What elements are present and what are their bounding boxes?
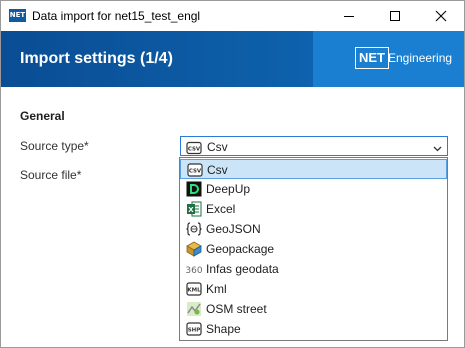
option-label: Csv (207, 163, 228, 177)
dropdown-option-kml[interactable]: KML Kml (180, 279, 447, 299)
svg-text:360: 360 (186, 266, 202, 276)
close-icon (435, 10, 447, 22)
geopackage-icon (186, 241, 202, 257)
option-label: Infas geodata (206, 262, 279, 276)
source-type-select[interactable]: CSV Csv (180, 136, 448, 156)
dropdown-option-geopackage[interactable]: Geopackage (180, 239, 447, 259)
brand-logo: NET (355, 47, 389, 69)
option-label: Geopackage (206, 242, 275, 256)
deepup-icon (186, 181, 202, 197)
title-bar[interactable]: NET Data import for net15_test_engl (1, 1, 464, 31)
svg-text:KML: KML (187, 288, 201, 294)
kml-file-icon: KML (186, 281, 202, 297)
infas-360-icon: 360 (186, 261, 202, 277)
wizard-step-title: Import settings (1/4) (20, 50, 173, 67)
option-label: Excel (206, 202, 236, 216)
wizard-header: Import settings (1/4) NET Engineering (1, 31, 464, 87)
source-type-value: Csv (207, 140, 228, 154)
import-dialog-window: NET Data import for net15_test_engl Impo… (0, 0, 465, 348)
maximize-icon (390, 11, 400, 21)
option-label: OSM street (206, 302, 267, 316)
source-file-label: Source file* (20, 168, 82, 182)
brand-panel: NET Engineering (313, 31, 464, 87)
svg-text:CSV: CSV (188, 147, 201, 153)
dropdown-option-csv[interactable]: CSV Csv (180, 159, 447, 179)
shape-file-icon: SHP (186, 321, 202, 337)
app-icon: NET (9, 9, 26, 22)
option-label: DeepUp (206, 182, 251, 196)
source-type-dropdown-list[interactable]: CSV Csv DeepUp X Excel GeoJSON Geopackag… (179, 157, 448, 341)
osm-map-icon (186, 301, 202, 317)
maximize-button[interactable] (372, 1, 418, 31)
dropdown-option-geojson[interactable]: GeoJSON (180, 219, 447, 239)
chevron-down-icon (433, 142, 442, 156)
dropdown-option-infas-geodata[interactable]: 360 Infas geodata (180, 259, 447, 279)
brand-name: Engineering (388, 51, 453, 65)
option-label: GeoJSON (206, 222, 261, 236)
svg-text:SHP: SHP (188, 328, 201, 334)
close-button[interactable] (418, 1, 464, 31)
dropdown-option-excel[interactable]: X Excel (180, 199, 447, 219)
geojson-icon (186, 221, 202, 237)
dropdown-option-deepup[interactable]: DeepUp (180, 179, 447, 199)
excel-icon: X (186, 201, 202, 217)
window-title: Data import for net15_test_engl (32, 9, 201, 23)
dropdown-option-shape[interactable]: SHP Shape (180, 319, 447, 339)
section-heading-general: General (20, 109, 65, 123)
option-label: Kml (206, 282, 227, 296)
minimize-button[interactable] (326, 1, 372, 31)
source-type-label: Source type* (20, 139, 89, 153)
option-label: Shape (206, 322, 241, 336)
svg-text:CSV: CSV (189, 169, 202, 175)
csv-file-icon: CSV (187, 162, 203, 178)
minimize-icon (344, 16, 354, 17)
csv-file-icon: CSV (186, 140, 202, 156)
dropdown-option-osm-street[interactable]: OSM street (180, 299, 447, 319)
svg-text:X: X (188, 206, 194, 214)
